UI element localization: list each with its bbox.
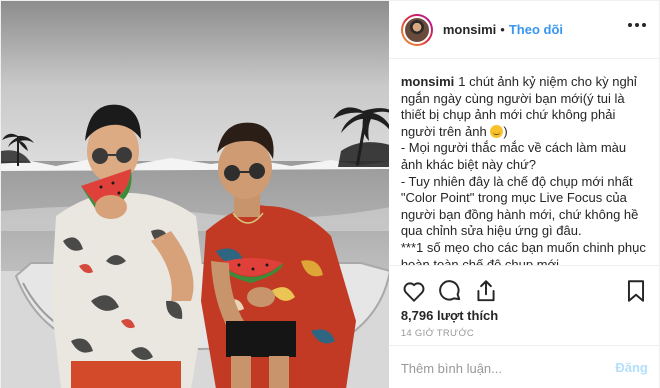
heart-icon[interactable] xyxy=(401,278,427,304)
comment-icon[interactable] xyxy=(437,278,463,304)
bookmark-icon[interactable] xyxy=(623,278,649,304)
post-caption: monsimi 1 chút ảnh kỷ niệm cho kỳ nghỉ ng… xyxy=(401,74,648,265)
follow-button[interactable]: Theo dõi xyxy=(509,22,563,37)
action-icons xyxy=(401,278,651,304)
comment-input[interactable] xyxy=(400,358,601,378)
story-ring[interactable] xyxy=(400,13,433,46)
comments-area[interactable]: monsimi 1 chút ảnh kỷ niệm cho kỳ nghỉ ng… xyxy=(389,60,660,265)
likes-count[interactable]: 8,796 lượt thích xyxy=(401,308,498,323)
caption-username[interactable]: monsimi xyxy=(401,74,454,89)
post-photo[interactable] xyxy=(1,1,389,388)
more-horizontal-icon[interactable] xyxy=(627,23,646,29)
post-side-panel: monsimi • Theo dõi monsimi 1 chút ảnh kỷ … xyxy=(388,1,660,388)
share-icon[interactable] xyxy=(473,278,499,304)
beach-photo-illustration xyxy=(1,1,389,388)
avatar[interactable] xyxy=(402,15,431,44)
post-comment-button[interactable]: Đăng xyxy=(615,360,648,375)
instagram-post: monsimi • Theo dõi monsimi 1 chút ảnh kỷ … xyxy=(0,0,660,388)
caption-line: ***1 số mẹo cho các bạn muốn chinh phục … xyxy=(400,239,646,265)
caption-text-end: ) xyxy=(503,123,508,139)
smirk-emoji-icon xyxy=(490,124,504,138)
post-actions: 8,796 lượt thích 14 GIỜ TRƯỚC xyxy=(388,265,660,355)
post-timestamp[interactable]: 14 GIỜ TRƯỚC xyxy=(401,328,474,339)
caption-line: - Mọi người thắc mắc về cách làm màu ảnh… xyxy=(400,140,627,172)
post-header: monsimi • Theo dõi xyxy=(388,1,660,59)
header-username[interactable]: monsimi xyxy=(443,22,496,37)
add-comment-bar: Đăng xyxy=(388,345,660,388)
caption-line: - Tuy nhiên đây là chế độ chụp mới nhất … xyxy=(400,173,639,239)
header-separator: • xyxy=(500,22,505,37)
